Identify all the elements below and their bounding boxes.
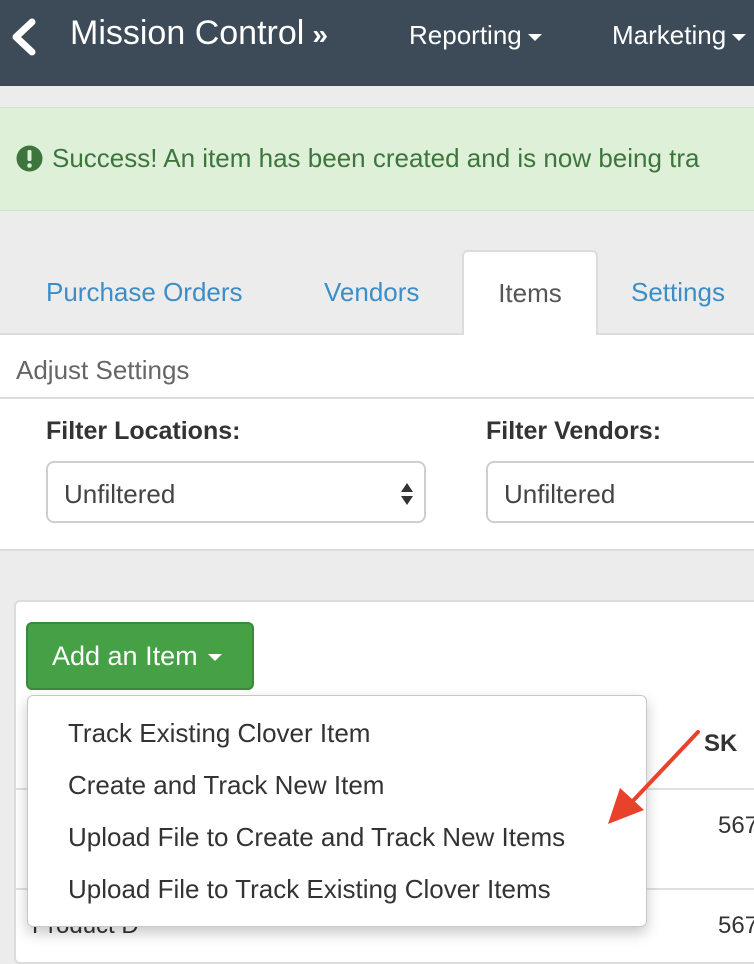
app-title-text: Mission Control bbox=[70, 14, 305, 52]
select-arrows-icon bbox=[401, 483, 413, 505]
filter-vendors-label: Filter Vendors: bbox=[486, 417, 662, 445]
caret-down-icon bbox=[527, 33, 542, 41]
tab-vendors[interactable]: Vendors bbox=[324, 250, 419, 334]
top-navbar: Mission Control» Reporting Marketing bbox=[0, 0, 754, 86]
filter-locations-select[interactable]: Unfiltered bbox=[46, 461, 426, 523]
success-alert: Success! An item has been created and is… bbox=[0, 107, 754, 211]
alert-message: Success! An item has been created and is… bbox=[52, 143, 700, 173]
nav-reporting-label: Reporting bbox=[409, 20, 522, 50]
tab-settings[interactable]: Settings bbox=[631, 250, 725, 334]
table-row-sku: 567 bbox=[718, 812, 754, 839]
caret-down-icon bbox=[732, 33, 747, 41]
filter-locations-label: Filter Locations: bbox=[46, 417, 241, 445]
caret-down-icon bbox=[207, 654, 222, 662]
nav-marketing-label: Marketing bbox=[612, 20, 727, 50]
nav-marketing[interactable]: Marketing bbox=[612, 20, 747, 51]
menu-item-track-existing[interactable]: Track Existing Clover Item bbox=[68, 718, 370, 749]
exclamation-circle-icon bbox=[16, 145, 43, 172]
add-item-button[interactable]: Add an Item bbox=[26, 622, 254, 690]
filter-locations-value: Unfiltered bbox=[64, 479, 176, 509]
annotation-arrow-icon bbox=[608, 730, 700, 824]
menu-item-upload-track-existing[interactable]: Upload File to Track Existing Clover Ite… bbox=[68, 874, 551, 905]
menu-item-upload-create-new[interactable]: Upload File to Create and Track New Item… bbox=[68, 822, 565, 853]
chevron-left-icon[interactable] bbox=[8, 18, 38, 56]
app-title[interactable]: Mission Control» bbox=[70, 14, 328, 53]
table-row-sku: 567 bbox=[718, 912, 754, 939]
panel-heading-text: Adjust Settings bbox=[16, 355, 190, 385]
add-item-button-label: Add an Item bbox=[52, 641, 198, 671]
menu-item-create-track-new[interactable]: Create and Track New Item bbox=[68, 770, 384, 801]
tab-bar: Purchase Orders Vendors Items Settings bbox=[0, 250, 754, 336]
settings-panel: Adjust Settings Filter Locations: Unfilt… bbox=[0, 335, 754, 551]
nav-reporting[interactable]: Reporting bbox=[409, 20, 542, 51]
double-chevron-icon: » bbox=[312, 19, 328, 50]
filter-vendors-select[interactable]: Unfiltered bbox=[486, 461, 754, 523]
filter-vendors-value: Unfiltered bbox=[504, 479, 616, 509]
tab-purchase-orders[interactable]: Purchase Orders bbox=[46, 250, 243, 334]
add-item-dropdown-menu: Track Existing Clover Item Create and Tr… bbox=[27, 695, 647, 927]
panel-heading: Adjust Settings bbox=[0, 335, 754, 399]
tab-items[interactable]: Items bbox=[462, 250, 598, 336]
